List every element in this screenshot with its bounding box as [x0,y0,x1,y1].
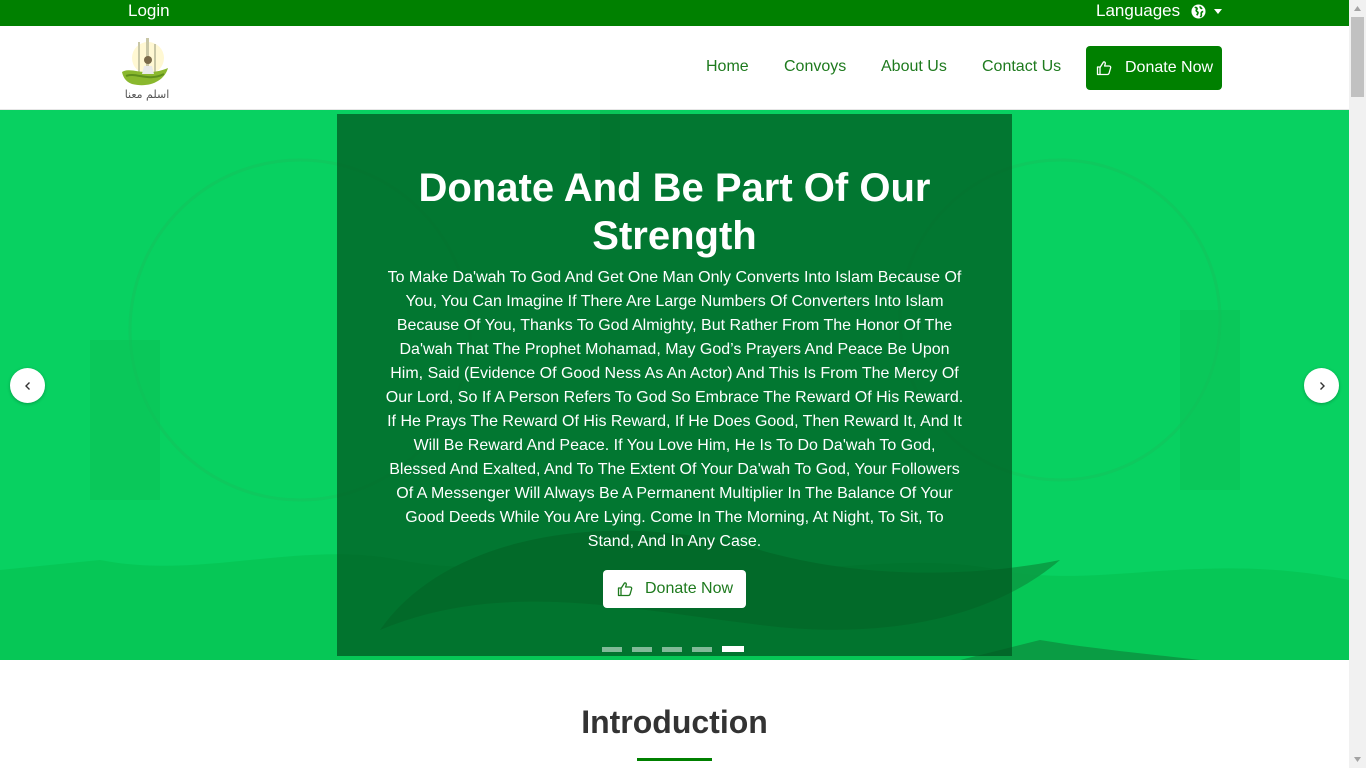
globe-icon [1191,3,1206,19]
nav-contact-us[interactable]: Contact Us [982,58,1061,76]
carousel-prev-button[interactable] [10,368,45,403]
triangle-down-icon [1354,757,1361,762]
page: Login Languages اسلم معنا Home Convoys A… [0,0,1366,768]
languages-dropdown[interactable]: Languages [1096,1,1223,21]
chevron-right-icon [1319,381,1325,390]
slide-caption-panel: Donate And Be Part Of Our Strength To Ma… [337,114,1012,656]
carousel-indicator-5[interactable] [722,646,744,652]
thumbs-up-icon [1096,61,1112,76]
carousel-indicator-2[interactable] [632,647,652,652]
triangle-up-icon [1354,6,1361,11]
logo-text: اسلم معنا [125,88,170,101]
donate-now-label: Donate Now [1125,59,1214,76]
carousel-indicator-1[interactable] [602,647,622,652]
logo-graphic: اسلم معنا [122,38,170,101]
carousel-indicator-4[interactable] [692,647,712,652]
slide-donate-now-label: Donate Now [645,580,734,597]
page-scrollbar[interactable] [1349,0,1366,768]
slide-description: To Make Da'wah To God And Get One Man On… [385,269,964,550]
login-link[interactable]: Login [128,1,170,21]
scroll-down-arrow[interactable] [1349,751,1366,768]
site-logo[interactable]: اسلم معنا [118,36,176,102]
languages-label: Languages [1096,1,1181,20]
top-bar: Login Languages [0,0,1349,26]
navbar: اسلم معنا Home Convoys About Us Contact … [0,26,1349,110]
thumbs-up-icon [617,582,633,597]
carousel-indicators [602,646,754,652]
chevron-left-icon [24,381,30,390]
heading-underline [637,758,712,761]
carousel-indicator-3[interactable] [662,647,682,652]
nav-home[interactable]: Home [706,58,749,76]
donate-now-button[interactable]: Donate Now [1086,46,1222,90]
carousel-next-button[interactable] [1304,368,1339,403]
chevron-down-icon [1214,8,1223,14]
scroll-up-arrow[interactable] [1349,0,1366,17]
hero-carousel: Donate And Be Part Of Our Strength To Ma… [0,110,1349,660]
slide-title: Donate And Be Part Of Our Strength [418,166,931,258]
introduction-heading: Introduction [581,704,768,740]
scrollbar-thumb[interactable] [1351,17,1364,97]
slide-donate-now-button[interactable]: Donate Now [603,570,746,608]
nav-convoys[interactable]: Convoys [784,58,846,76]
nav-about-us[interactable]: About Us [881,58,947,76]
